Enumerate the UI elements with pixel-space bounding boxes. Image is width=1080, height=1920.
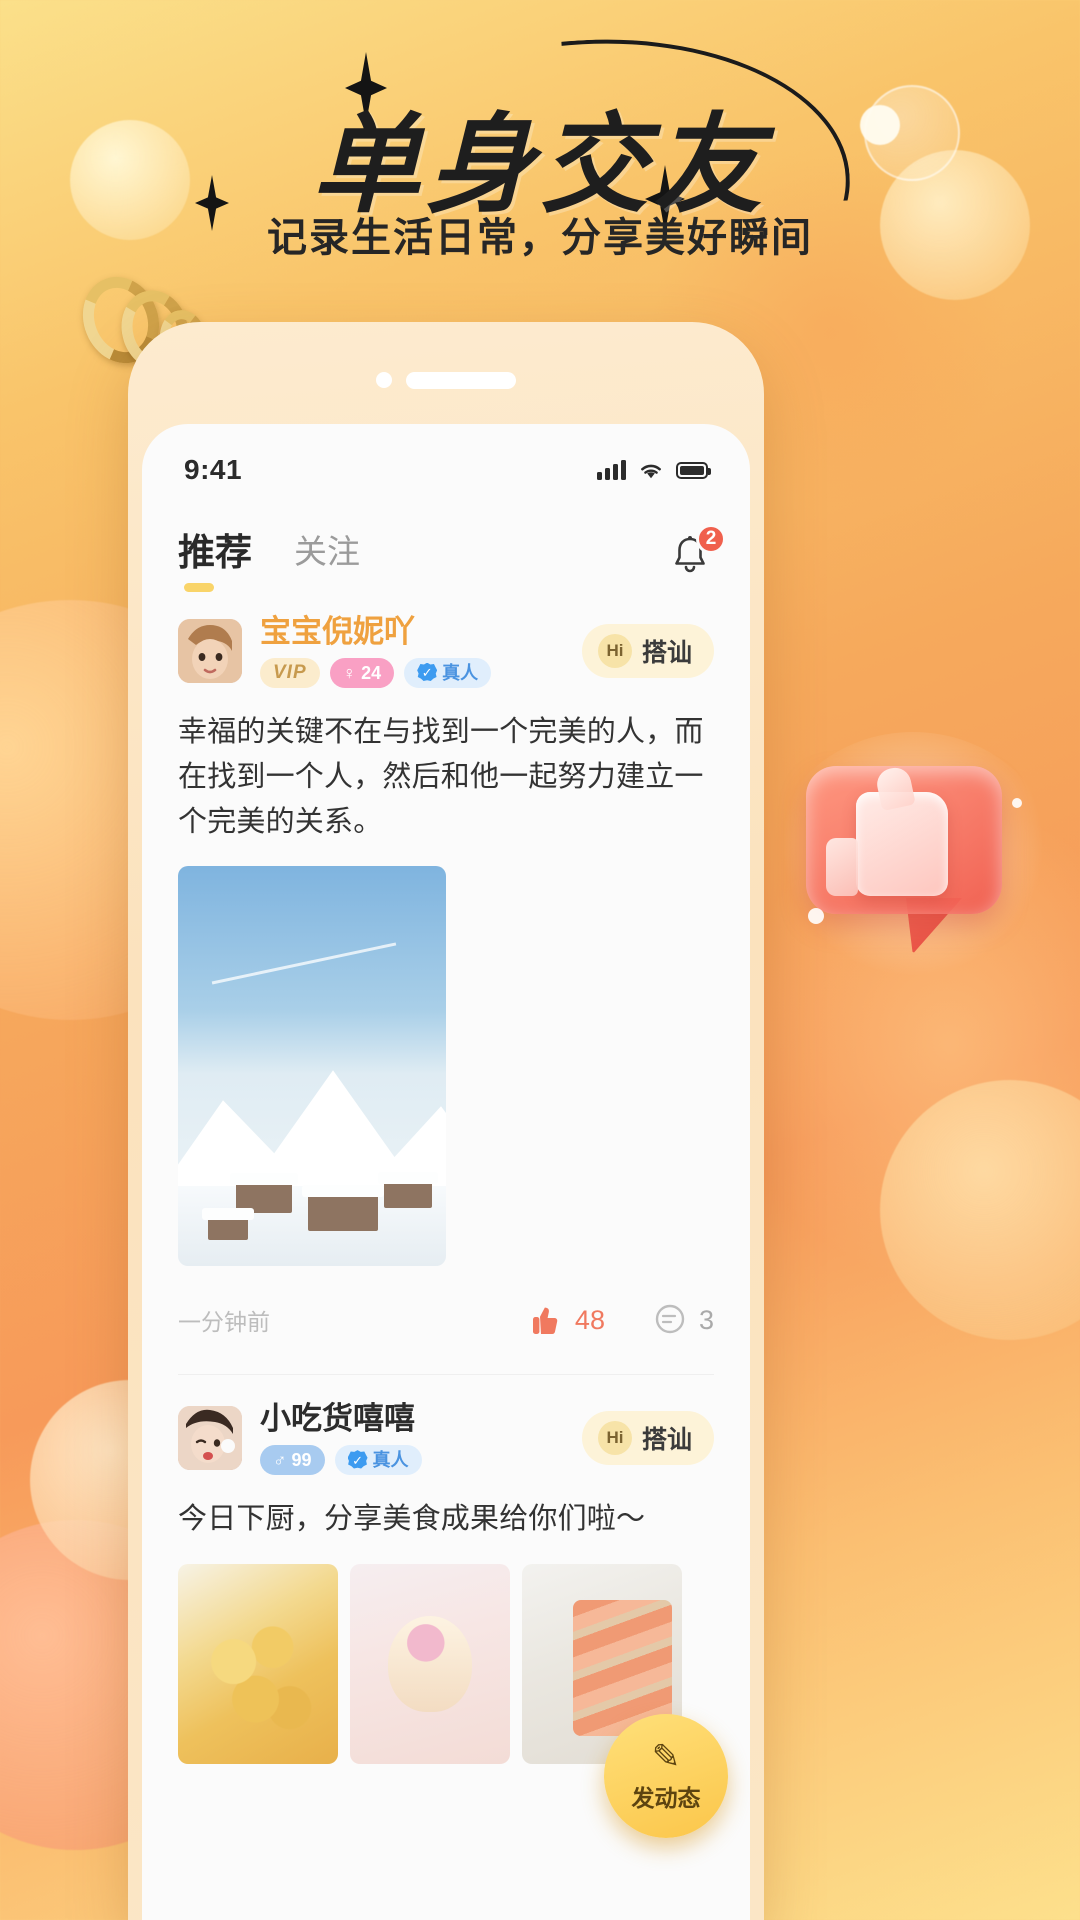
post-badges: VIP ♀ 24 ✓ 真人 [260, 657, 582, 688]
post-username[interactable]: 宝宝倪妮吖 [260, 614, 582, 650]
post-footer: 一分钟前 48 3 [178, 1288, 714, 1352]
post-header: 小吃货嘻嘻 ♂ 99 ✓ 真人 Hi 搭讪 [178, 1401, 714, 1476]
tab-recommend[interactable]: 推荐 [178, 522, 252, 592]
create-post-label: 发动态 [631, 1784, 701, 1811]
avatar-image [178, 1406, 242, 1471]
phone-mockup: 9:41 推荐 关注 2 宝宝倪妮吖 VIP ♀ 24 ✓ 真人 Hi 搭讪 幸… [128, 322, 764, 1920]
pencil-icon: ✎ [651, 1737, 681, 1776]
post-username[interactable]: 小吃货嘻嘻 [260, 1401, 582, 1437]
greet-button[interactable]: Hi 搭讪 [581, 1411, 714, 1466]
like-button[interactable]: 48 [529, 1303, 605, 1337]
status-badge-verified: ✓ 真人 [334, 1445, 422, 1476]
post-text: 今日下厨，分享美食成果给你们啦～ [178, 1503, 646, 1536]
post-image[interactable] [350, 1564, 510, 1765]
status-time: 9:41 [184, 454, 243, 485]
greet-button[interactable]: Hi 搭讪 [581, 623, 714, 678]
feed-tab-bar: 推荐 关注 2 [142, 500, 750, 592]
age-value: 24 [361, 662, 382, 683]
status-badge-vip: VIP [260, 657, 320, 688]
post-image[interactable] [178, 866, 446, 1267]
post-header: 宝宝倪妮吖 VIP ♀ 24 ✓ 真人 Hi 搭讪 [178, 614, 714, 688]
status-badge-gender-age: ♂ 99 [260, 1445, 325, 1476]
post-author-meta: 小吃货嘻嘻 ♂ 99 ✓ 真人 [260, 1401, 582, 1476]
battery-icon [676, 461, 711, 479]
post-text: 幸福的关键不在与找到一个完美的人，而在找到一个人，然后和他一起努力建立一个完美的… [178, 715, 704, 838]
hi-icon: Hi [597, 633, 632, 668]
comment-count: 3 [698, 1304, 714, 1335]
post-author-meta: 宝宝倪妮吖 VIP ♀ 24 ✓ 真人 [260, 614, 582, 688]
speaker-icon [406, 371, 516, 389]
greet-button-label: 搭讪 [641, 1426, 692, 1455]
phone-notch [142, 336, 750, 424]
thumbs-up-icon [532, 1308, 558, 1335]
gender-female-icon: ♀ [342, 662, 357, 683]
hi-icon: Hi [597, 1421, 632, 1456]
avatar-image [178, 618, 242, 683]
notification-button[interactable]: 2 [670, 524, 726, 576]
avatar[interactable] [178, 1406, 242, 1471]
verified-check-icon: ✓ [417, 662, 438, 682]
status-bar: 9:41 [142, 424, 750, 500]
feed-post: 宝宝倪妮吖 VIP ♀ 24 ✓ 真人 Hi 搭讪 幸福的关键不在与找到一个完美… [142, 588, 750, 1352]
notification-badge: 2 [696, 524, 726, 554]
status-badge-gender-age: ♀ 24 [329, 657, 395, 688]
post-timestamp: 一分钟前 [178, 1309, 270, 1336]
age-value: 99 [291, 1450, 312, 1471]
create-post-button[interactable]: ✎ 发动态 [604, 1714, 728, 1838]
comment-bubble-icon [655, 1305, 685, 1334]
contrail [211, 942, 397, 985]
status-badge-verified: ✓ 真人 [404, 657, 492, 688]
verified-label: 真人 [372, 1450, 409, 1471]
thumbs-up-sticker [772, 732, 1054, 984]
verified-check-icon: ✓ [347, 1450, 368, 1469]
greet-button-label: 搭讪 [641, 638, 692, 667]
gender-male-icon: ♂ [273, 1450, 287, 1471]
camera-icon [376, 372, 392, 388]
post-image[interactable] [178, 1564, 338, 1765]
cellular-signal-icon [597, 460, 626, 480]
like-count: 48 [574, 1304, 605, 1335]
verified-label: 真人 [442, 662, 479, 683]
feed-post: 小吃货嘻嘻 ♂ 99 ✓ 真人 Hi 搭讪 今日下厨，分享美食成果给你们啦～ [142, 1375, 750, 1765]
poster-subheadline: 记录生活日常，分享美好瞬间 [267, 216, 813, 260]
post-badges: ♂ 99 ✓ 真人 [260, 1445, 582, 1476]
wifi-icon [641, 464, 661, 479]
mountain-scene [178, 1042, 446, 1267]
tab-following[interactable]: 关注 [294, 525, 360, 585]
app-screen: 9:41 推荐 关注 2 宝宝倪妮吖 VIP ♀ 24 ✓ 真人 Hi 搭讪 幸… [142, 424, 750, 1920]
avatar[interactable] [178, 618, 242, 683]
comment-button[interactable]: 3 [653, 1303, 714, 1337]
